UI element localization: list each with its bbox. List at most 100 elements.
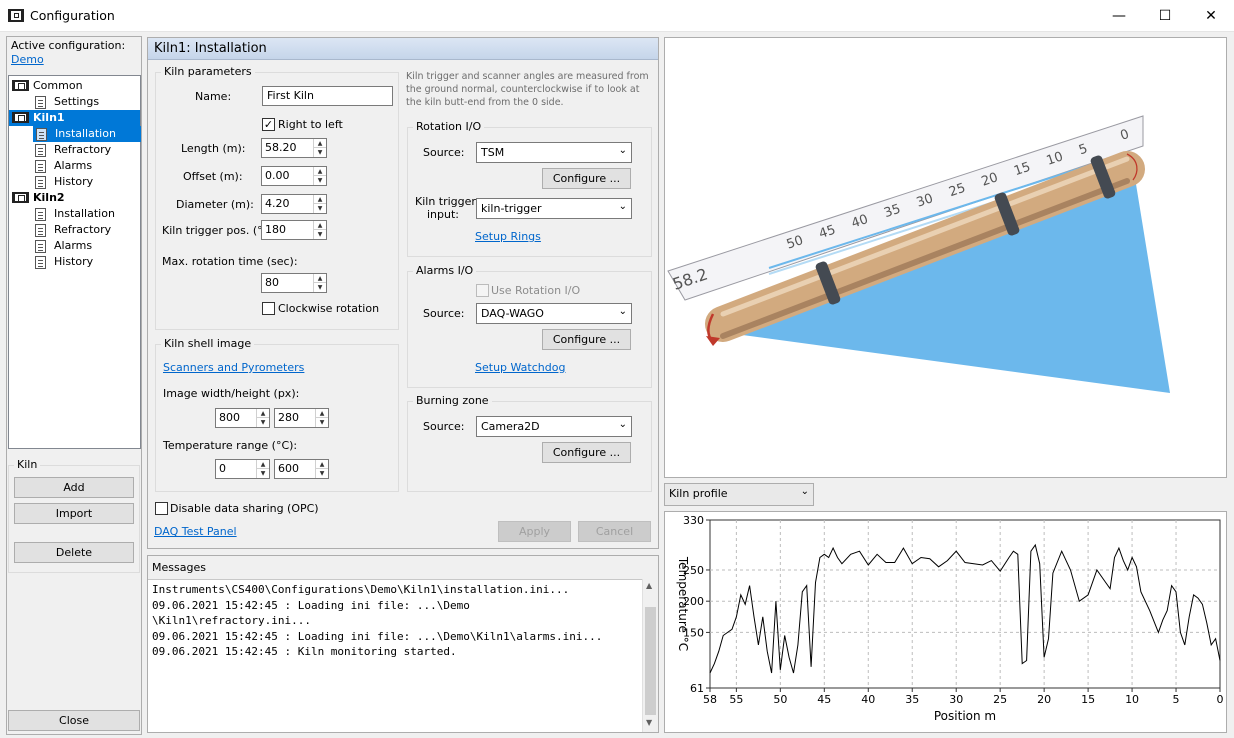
tree-item-label: Kiln1 — [33, 111, 65, 124]
tree-item[interactable]: Installation — [32, 206, 115, 222]
chevron-down-icon: ⌄ — [618, 201, 627, 212]
name-field[interactable]: First Kiln — [262, 86, 393, 106]
spin-up-icon[interactable]: ▲ — [314, 139, 326, 148]
profile-chart[interactable]: 58 55 50 45 40 35 30 25 20 15 10 5 061150200250330Po… — [665, 512, 1228, 734]
temp-max-value: 600 — [278, 462, 299, 475]
tree-item-label: Common — [33, 79, 83, 92]
image-height-stepper[interactable]: 280 ▲ ▼ — [274, 408, 329, 428]
tree-item[interactable]: Alarms — [32, 238, 92, 254]
spin-up-icon[interactable]: ▲ — [257, 409, 269, 418]
spin-up-icon[interactable]: ▲ — [314, 221, 326, 230]
profile-select[interactable]: Kiln profile ⌄ — [664, 483, 814, 506]
spin-down-icon[interactable]: ▼ — [257, 469, 269, 478]
trigger-pos-stepper[interactable]: 180 ▲ ▼ — [261, 220, 327, 240]
apply-button[interactable]: Apply — [498, 521, 571, 542]
setup-watchdog-link[interactable]: Setup Watchdog — [475, 361, 565, 374]
use-rotation-checkbox[interactable] — [476, 284, 489, 297]
spin-up-icon[interactable]: ▲ — [257, 460, 269, 469]
maximize-button[interactable]: ☐ — [1142, 0, 1188, 32]
right-to-left-checkbox[interactable]: ✓ — [262, 118, 275, 131]
y-tick-label: 330 — [683, 514, 704, 527]
tree-item[interactable]: Common — [9, 78, 83, 94]
diameter-stepper[interactable]: 4.20 ▲ ▼ — [261, 194, 327, 214]
kiln-3d-view[interactable]: 58.2 50 45 40 35 30 25 20 15 10 5 0 — [664, 37, 1227, 478]
spin-up-icon[interactable]: ▲ — [314, 167, 326, 176]
messages-panel: Messages Instruments\CS400\Configuration… — [147, 555, 659, 733]
spin-down-icon[interactable]: ▼ — [316, 469, 328, 478]
tree-item[interactable]: Refractory — [32, 222, 111, 238]
spin-up-icon[interactable]: ▲ — [316, 409, 328, 418]
scroll-up-icon[interactable]: ▲ — [646, 581, 652, 590]
spin-down-icon[interactable]: ▼ — [257, 418, 269, 427]
spin-down-icon[interactable]: ▼ — [314, 230, 326, 239]
image-width-stepper[interactable]: 800 ▲ ▼ — [215, 408, 270, 428]
document-icon — [35, 96, 46, 109]
name-label: Name: — [195, 90, 232, 103]
image-height-value: 280 — [278, 411, 299, 424]
spin-down-icon[interactable]: ▼ — [314, 204, 326, 213]
trigger-input-select[interactable]: kiln-trigger ⌄ — [476, 198, 632, 219]
tree-item[interactable]: Settings — [32, 94, 99, 110]
scroll-thumb[interactable] — [645, 607, 656, 715]
config-tree[interactable]: Common Settings Kiln1 Installation Refractor… — [8, 75, 141, 449]
maximize-icon: ☐ — [1158, 8, 1172, 24]
cancel-button[interactable]: Cancel — [578, 521, 651, 542]
alarms-source-select[interactable]: DAQ-WAGO ⌄ — [476, 303, 632, 324]
kiln-icon — [12, 192, 29, 203]
burning-source-select[interactable]: Camera2D ⌄ — [476, 416, 632, 437]
chevron-down-icon: ⌄ — [800, 486, 809, 497]
spin-down-icon[interactable]: ▼ — [314, 148, 326, 157]
close-window-button[interactable]: ✕ — [1188, 0, 1234, 32]
tree-item[interactable]: Kiln1 — [9, 110, 140, 126]
rotation-configure-button[interactable]: Configure ... — [542, 168, 631, 189]
import-button[interactable]: Import — [14, 503, 134, 524]
spin-up-icon[interactable]: ▲ — [314, 274, 326, 283]
chevron-down-icon: ⌄ — [618, 145, 627, 156]
spin-up-icon[interactable]: ▲ — [314, 195, 326, 204]
chevron-down-icon: ⌄ — [618, 306, 627, 317]
spin-down-icon[interactable]: ▼ — [316, 418, 328, 427]
page-title: Kiln1: Installation — [154, 41, 267, 56]
rotation-time-stepper[interactable]: 80 ▲ ▼ — [261, 273, 327, 293]
alarms-configure-button[interactable]: Configure ... — [542, 329, 631, 350]
spin-up-icon[interactable]: ▲ — [316, 460, 328, 469]
tree-item[interactable]: History — [32, 174, 93, 190]
add-kiln-button[interactable]: Add — [14, 477, 134, 498]
offset-stepper[interactable]: 0.00 ▲ ▼ — [261, 166, 327, 186]
spin-down-icon[interactable]: ▼ — [314, 176, 326, 185]
x-tick-label: 10 — [1125, 693, 1139, 706]
burning-configure-button[interactable]: Configure ... — [542, 442, 631, 463]
x-tick-label: 15 — [1081, 693, 1095, 706]
setup-rings-link[interactable]: Setup Rings — [475, 230, 541, 243]
burning-source-value: Camera2D — [481, 420, 540, 433]
tree-item[interactable]: Kiln2 — [9, 190, 65, 206]
temp-min-stepper[interactable]: 0 ▲ ▼ — [215, 459, 270, 479]
daq-test-panel-link[interactable]: DAQ Test Panel — [154, 525, 237, 538]
tree-item[interactable]: Alarms — [32, 158, 92, 174]
message-line: Instruments\CS400\Configurations\Demo\Ki… — [152, 583, 570, 596]
tree-item[interactable]: History — [32, 254, 93, 270]
delete-button[interactable]: Delete — [14, 542, 134, 563]
rotation-source-select[interactable]: TSM ⌄ — [476, 142, 632, 163]
scroll-down-icon[interactable]: ▼ — [646, 718, 652, 727]
tree-item[interactable]: Installation — [33, 126, 141, 142]
length-stepper[interactable]: 58.20 ▲ ▼ — [261, 138, 327, 158]
kiln-icon — [12, 80, 29, 91]
window-title: Configuration — [30, 8, 115, 23]
disable-sharing-checkbox[interactable] — [155, 502, 168, 515]
active-config-link[interactable]: Demo — [11, 53, 44, 66]
tree-item-label: Installation — [55, 127, 116, 140]
messages-scrollbar[interactable]: ▲ ▼ — [642, 579, 658, 732]
y-tick-label: 61 — [690, 682, 704, 695]
message-line: 09.06.2021 15:42:45 : Loading ini file: … — [152, 629, 603, 643]
clockwise-checkbox[interactable] — [262, 302, 275, 315]
temp-max-stepper[interactable]: 600 ▲ ▼ — [274, 459, 329, 479]
trigger-pos-value: 180 — [265, 223, 286, 236]
tree-item[interactable]: Refractory — [32, 142, 111, 158]
minimize-button[interactable]: — — [1096, 0, 1142, 32]
spin-down-icon[interactable]: ▼ — [314, 283, 326, 292]
document-icon — [35, 144, 46, 157]
scanners-link[interactable]: Scanners and Pyrometers — [163, 361, 304, 374]
messages-log[interactable]: Instruments\CS400\Configurations\Demo\Ki… — [148, 579, 642, 732]
close-button[interactable]: Close — [8, 710, 140, 731]
